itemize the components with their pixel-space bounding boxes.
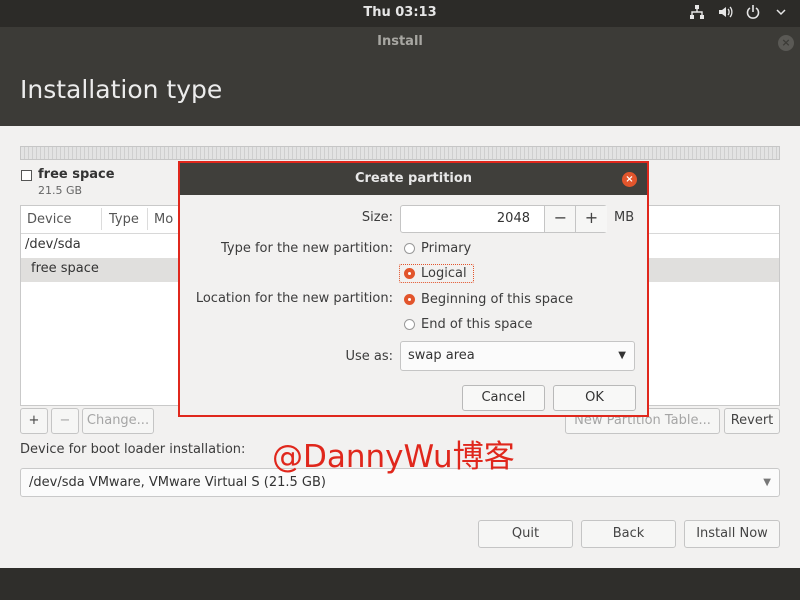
remove-partition-button[interactable]: − [51,408,79,434]
page-header: Installation type [0,57,800,126]
size-increment-button[interactable]: + [575,206,607,232]
location-label: Location for the new partition: [195,291,393,306]
quit-button[interactable]: Quit [478,520,573,548]
use-as-label: Use as: [345,349,393,364]
type-primary-radio[interactable]: Primary [404,241,471,256]
change-partition-button[interactable]: Change... [82,408,154,434]
column-header-mount[interactable]: Mo [154,212,173,227]
radio-off-icon [404,319,415,330]
use-as-select[interactable]: swap area ▼ [400,341,635,371]
column-header-device[interactable]: Device [27,212,71,227]
dialog-title: Create partition [354,171,473,186]
install-now-button[interactable]: Install Now [684,520,780,548]
size-input[interactable]: 2048 [401,206,538,232]
power-icon[interactable] [744,4,762,22]
column-header-type[interactable]: Type [109,212,139,227]
back-button[interactable]: Back [581,520,676,548]
page-title: Installation type [20,75,223,104]
create-partition-dialog: Create partition × Size: 2048 − + MB Typ… [180,163,647,415]
location-beginning-radio[interactable]: Beginning of this space [404,292,573,307]
radio-off-icon [404,243,415,254]
free-space-swatch [21,170,32,181]
type-logical-label: Logical [421,266,467,281]
column-divider [147,208,148,230]
watermark: @DannyWu博客 [272,439,515,475]
chevron-down-icon[interactable] [772,4,790,22]
window-title: Install [377,34,423,49]
legend-name: free space [38,167,115,182]
chevron-down-icon: ▼ [618,350,626,361]
location-end-label: End of this space [421,317,533,332]
legend-size: 21.5 GB [38,184,83,197]
use-as-value: swap area [408,348,475,363]
radio-on-icon [404,268,415,279]
cancel-button[interactable]: Cancel [462,385,545,411]
column-divider [101,208,102,230]
size-label: Size: [361,210,393,225]
type-logical-radio[interactable]: Logical [399,264,474,283]
size-decrement-button[interactable]: − [544,206,576,232]
top-panel: Thu 03:13 [0,0,800,27]
radio-on-icon [404,294,415,305]
type-label: Type for the new partition: [220,241,393,256]
dialog-titlebar: Create partition × [180,163,647,195]
network-icon[interactable] [688,4,706,22]
boot-loader-value: /dev/sda VMware, VMware Virtual S (21.5 … [29,475,326,490]
volume-icon[interactable] [716,4,734,22]
boot-loader-label: Device for boot loader installation: [20,442,246,457]
revert-button[interactable]: Revert [724,408,780,434]
size-spinbox[interactable]: 2048 − + [400,205,607,233]
window-titlebar: Install × [0,27,800,57]
clock[interactable]: Thu 03:13 [0,5,800,20]
location-beginning-label: Beginning of this space [421,292,574,307]
partition-bar [20,146,780,160]
location-end-radio[interactable]: End of this space [404,317,533,332]
dialog-close-button[interactable]: × [622,172,637,187]
system-tray [688,4,790,22]
chevron-down-icon: ▼ [763,477,771,488]
bottom-band [0,568,800,600]
type-primary-label: Primary [421,241,472,256]
add-partition-button[interactable]: + [20,408,48,434]
size-unit: MB [614,210,635,225]
window-close-button[interactable]: × [778,35,794,51]
ok-button[interactable]: OK [553,385,636,411]
